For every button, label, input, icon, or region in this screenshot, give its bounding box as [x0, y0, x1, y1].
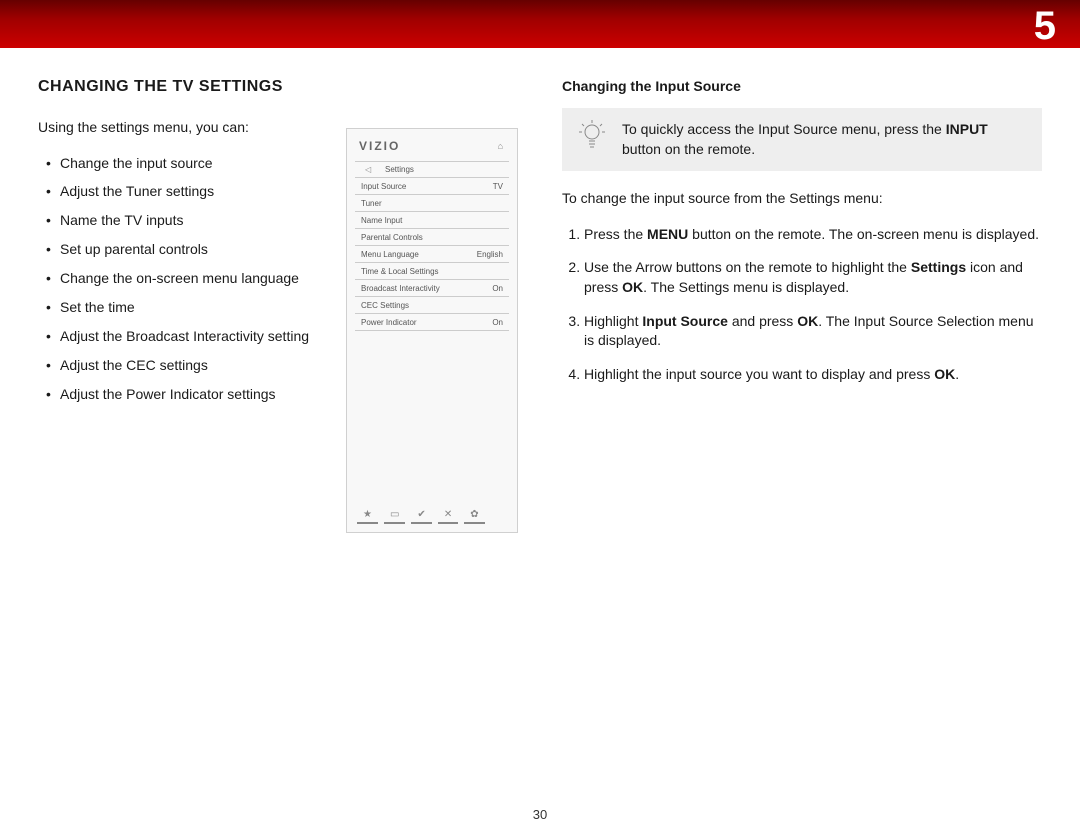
steps-list: Press the MENU button on the remote. The… — [562, 225, 1042, 385]
list-item: Adjust the Power Indicator settings — [60, 385, 318, 404]
tip-box: To quickly access the Input Source menu,… — [562, 108, 1042, 171]
section-heading: CHANGING THE TV SETTINGS — [38, 78, 318, 96]
list-item: Adjust the CEC settings — [60, 356, 318, 375]
right-column: Changing the Input Source To quickly acc… — [562, 78, 1042, 533]
v-icon: ✔ — [411, 510, 431, 524]
menu-card: VIZIO ⌂ ◁ Settings Input SourceTV Tuner … — [346, 128, 518, 533]
tip-text-post: button on the remote. — [622, 141, 755, 157]
chapter-number: 5 — [1034, 4, 1056, 49]
tip-text-bold: INPUT — [946, 121, 988, 137]
menu-row: CEC Settings — [355, 297, 509, 314]
list-item: Change the on-screen menu language — [60, 269, 318, 288]
list-item: Name the TV inputs — [60, 211, 318, 230]
page-number: 30 — [0, 807, 1080, 822]
step-item: Press the MENU button on the remote. The… — [584, 225, 1042, 245]
menu-row: Parental Controls — [355, 229, 509, 246]
steps-intro: To change the input source from the Sett… — [562, 189, 1042, 209]
menu-row: Broadcast InteractivityOn — [355, 280, 509, 297]
list-item: Set the time — [60, 298, 318, 317]
caption-icon: ▭ — [384, 510, 405, 524]
list-item: Set up parental controls — [60, 240, 318, 259]
tip-text-pre: To quickly access the Input Source menu,… — [622, 121, 946, 137]
list-item: Adjust the Broadcast Interactivity setti… — [60, 327, 318, 346]
menu-title: Settings — [385, 165, 414, 174]
brand-text: VIZIO — [359, 139, 400, 153]
subsection-heading: Changing the Input Source — [562, 78, 1042, 94]
menu-row: Power IndicatorOn — [355, 314, 509, 331]
menu-title-row: ◁ Settings — [355, 161, 509, 178]
menu-row: Time & Local Settings — [355, 263, 509, 280]
feature-list: Change the input source Adjust the Tuner… — [38, 154, 318, 404]
step-item: Highlight the input source you want to d… — [584, 365, 1042, 385]
left-column: CHANGING THE TV SETTINGS Using the setti… — [38, 78, 318, 533]
list-item: Change the input source — [60, 154, 318, 173]
chapter-header: 5 — [0, 0, 1080, 48]
menu-row: Name Input — [355, 212, 509, 229]
gear-icon: ✿ — [464, 510, 484, 524]
list-item: Adjust the Tuner settings — [60, 182, 318, 201]
menu-row: Menu LanguageEnglish — [355, 246, 509, 263]
intro-text: Using the settings menu, you can: — [38, 118, 318, 138]
back-icon: ◁ — [365, 165, 371, 174]
settings-menu-screenshot: VIZIO ⌂ ◁ Settings Input SourceTV Tuner … — [346, 78, 534, 533]
menu-brand-row: VIZIO ⌂ — [355, 139, 509, 161]
step-item: Highlight Input Source and press OK. The… — [584, 312, 1042, 351]
page-content: CHANGING THE TV SETTINGS Using the setti… — [0, 48, 1080, 533]
star-icon: ★ — [357, 510, 378, 524]
menu-row: Tuner — [355, 195, 509, 212]
close-icon: ✕ — [438, 510, 458, 524]
step-item: Use the Arrow buttons on the remote to h… — [584, 258, 1042, 297]
menu-footer-icons: ★ ▭ ✔ ✕ ✿ — [357, 510, 507, 524]
menu-row: Input SourceTV — [355, 178, 509, 195]
home-icon: ⌂ — [498, 141, 505, 151]
lightbulb-icon — [576, 118, 608, 150]
